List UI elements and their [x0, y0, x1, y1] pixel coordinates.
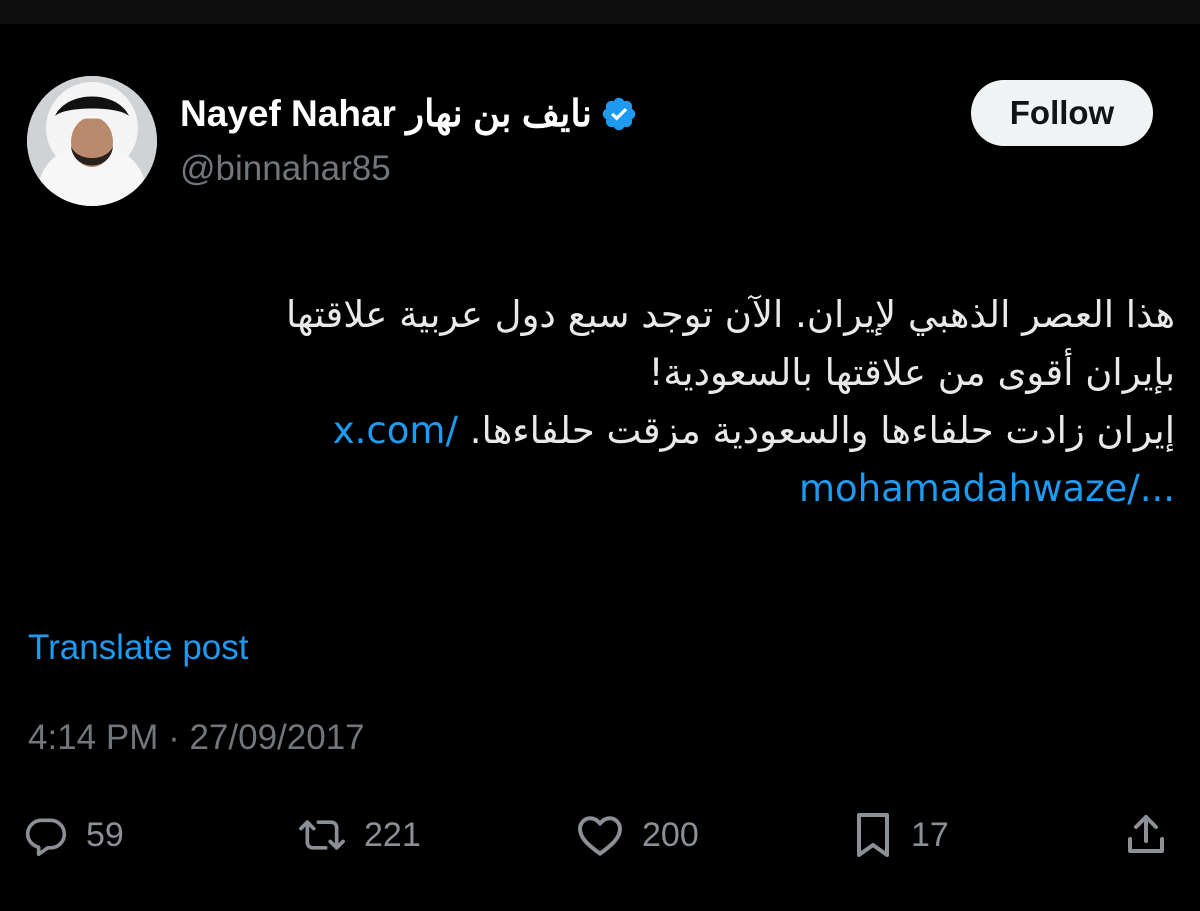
post-timestamp[interactable]: 4:14 PM · 27/09/2017 [28, 716, 365, 760]
action-bar: 59 221 200 17 [0, 800, 1200, 870]
reply-button[interactable]: 59 [24, 800, 124, 870]
repost-button[interactable]: 221 [298, 800, 421, 870]
repost-count: 221 [364, 815, 421, 854]
post-text-line: بإيران أقوى من علاقتها بالسعودية! [648, 351, 1175, 394]
bookmark-count: 17 [911, 815, 949, 854]
share-button[interactable] [1122, 800, 1170, 870]
avatar-photo [27, 76, 157, 206]
repost-arrows-icon [299, 820, 345, 850]
bookmark-icon [857, 813, 889, 857]
post-text-line: هذا العصر الذهبي لإيران. الآن توجد سبع د… [286, 293, 1175, 336]
verified-badge-icon [600, 95, 638, 133]
post-link-part[interactable]: mohamadahwaze/... [799, 467, 1175, 510]
translate-post-link[interactable]: Translate post [28, 626, 248, 670]
like-button[interactable]: 200 [576, 800, 699, 870]
author-row: Nayef Nahar نايف بن نهار [180, 92, 638, 136]
reply-bubble-icon [25, 818, 67, 857]
top-strip [0, 0, 1200, 24]
share-upload-icon [1128, 815, 1164, 853]
reply-count: 59 [86, 815, 124, 854]
post-text-line: إيران زادت حلفاءها والسعودية مزقت حلفاءه… [60, 402, 1175, 460]
follow-button[interactable]: Follow [971, 80, 1153, 146]
author-handle[interactable]: @binnahar85 [180, 147, 391, 191]
avatar[interactable] [27, 76, 157, 206]
heart-icon [578, 816, 622, 856]
post-link-line: mohamadahwaze/... [60, 460, 1175, 518]
bookmark-button[interactable]: 17 [853, 800, 949, 870]
author-display-name[interactable]: Nayef Nahar نايف بن نهار [180, 92, 592, 136]
like-count: 200 [642, 815, 699, 854]
post-link-part[interactable]: x.com/ [333, 409, 458, 452]
post-text-segment: إيران زادت حلفاءها والسعودية مزقت حلفاءه… [469, 409, 1175, 452]
post-body: هذا العصر الذهبي لإيران. الآن توجد سبع د… [60, 286, 1175, 518]
